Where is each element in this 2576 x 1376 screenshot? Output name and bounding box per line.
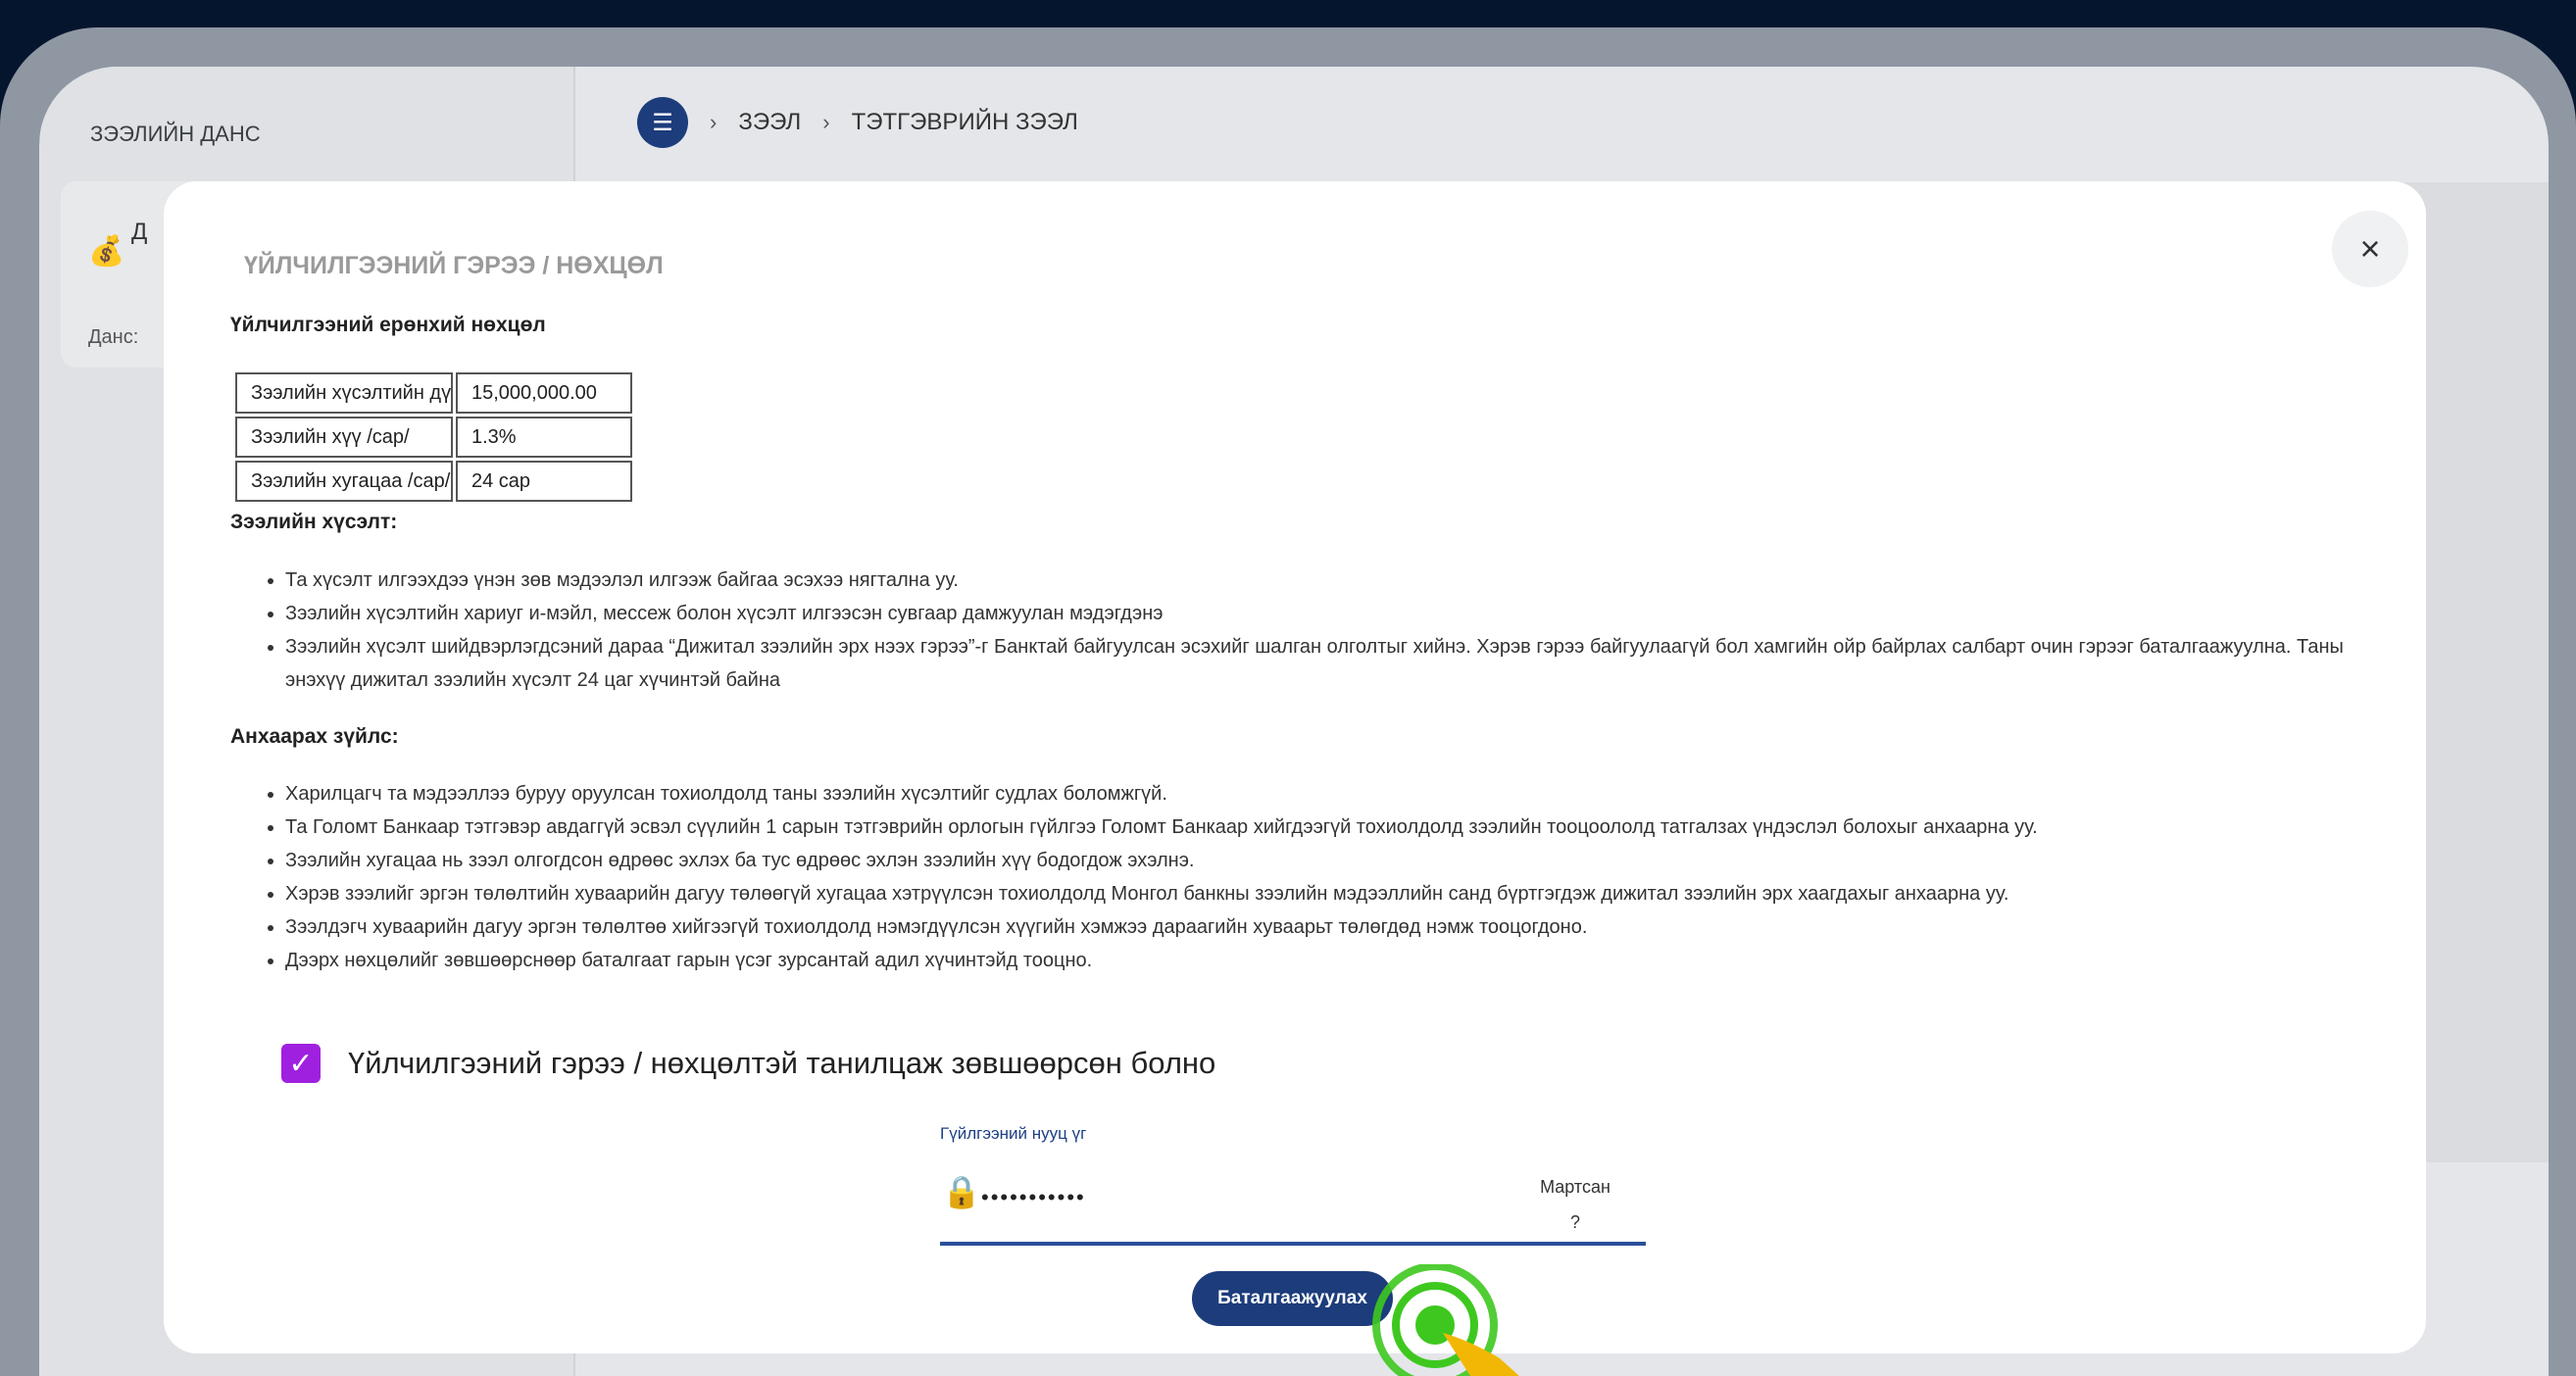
list-item: Та Голомт Банкаар тэтгэвэр авдаггүй эсвэ… xyxy=(285,811,2403,844)
list-item: Хэрэв зээлийг эргэн төлөлтийн хуваарийн … xyxy=(285,877,2403,910)
agree-row: ✓ Үйлчилгээний гэрээ / нөхцөлтэй танилца… xyxy=(281,1044,1215,1083)
term-value: 24 сар xyxy=(456,461,632,502)
list-item: Дээрх нөхцөлийг зөвшөөрснөөр баталгаат г… xyxy=(285,944,2403,977)
breadcrumb: ☰ › ЗЭЭЛ › ТЭТГЭВРИЙН ЗЭЭЛ xyxy=(637,94,1078,151)
lock-icon: 🔒 xyxy=(942,1174,981,1209)
modal-title: ҮЙЛЧИЛГЭЭНИЙ ГЭРЭЭ / НӨХЦӨЛ xyxy=(244,252,664,279)
password-field: 🔒 Мартсан ? xyxy=(940,1161,1646,1246)
term-key: Зээлийн хугацаа /сар/ xyxy=(235,461,453,502)
request-list: Та хүсэлт илгээхдээ үнэн зөв мэдээлэл ил… xyxy=(230,564,2403,697)
breadcrumb-item-pension-loan[interactable]: ТЭТГЭВРИЙН ЗЭЭЛ xyxy=(852,109,1078,136)
sidebar-title: ЗЭЭЛИЙН ДАНС xyxy=(90,122,261,146)
list-item: Та хүсэлт илгээхдээ үнэн зөв мэдээлэл ил… xyxy=(285,564,2403,597)
term-value: 1.3% xyxy=(456,417,632,458)
terms-modal: × ҮЙЛЧИЛГЭЭНИЙ ГЭРЭЭ / НӨХЦӨЛ Үйлчилгээн… xyxy=(164,181,2426,1353)
table-row: Зээлийн хугацаа /сар/ 24 сар xyxy=(235,461,632,502)
forgot-line-1: Мартсан xyxy=(1540,1177,1610,1197)
account-label: Данс: xyxy=(88,326,139,348)
list-item: Харилцагч та мэдээллээ буруу оруулсан то… xyxy=(285,777,2403,811)
forgot-password-link[interactable]: Мартсан ? xyxy=(1516,1169,1634,1240)
list-item: Зээлийн хугацаа нь зээл олгогдсон өдрөөс… xyxy=(285,844,2403,877)
menu-toggle-button[interactable]: ☰ xyxy=(637,97,688,148)
chevron-right-icon: › xyxy=(822,110,830,134)
notice-title: Анхаарах зүйлс: xyxy=(230,725,399,748)
chevron-right-icon: › xyxy=(710,110,718,134)
menu-icon: ☰ xyxy=(652,109,673,136)
request-title: Зээлийн хүсэлт: xyxy=(230,511,398,533)
list-item: Зээлийн хүсэлт шийдвэрлэгдсэний дараа “Д… xyxy=(285,630,2403,697)
term-value: 15,000,000.00 xyxy=(456,372,632,414)
notice-list: Харилцагч та мэдээллээ буруу оруулсан то… xyxy=(230,777,2403,977)
table-row: Зээлийн хүсэлтийн дүн 15,000,000.00 xyxy=(235,372,632,414)
list-item: Зээлдэгч хуваарийн дагуу эргэн төлөлтөө … xyxy=(285,910,2403,944)
list-item: Зээлийн хүсэлтийн хариуг и-мэйл, мессеж … xyxy=(285,597,2403,630)
term-key: Зээлийн хүсэлтийн дүн xyxy=(235,372,453,414)
money-bag-icon: 💰 xyxy=(88,235,125,268)
table-row: Зээлийн хүү /сар/ 1.3% xyxy=(235,417,632,458)
terms-table: Зээлийн хүсэлтийн дүн 15,000,000.00 Зээл… xyxy=(232,369,635,505)
password-input[interactable] xyxy=(979,1177,1473,1218)
agree-checkbox[interactable]: ✓ xyxy=(281,1044,321,1083)
click-indicator-icon xyxy=(1372,1264,1519,1376)
password-label: Гүйлгээний нууц үг xyxy=(940,1124,1087,1143)
general-terms-title: Үйлчилгээний ерөнхий нөхцөл xyxy=(230,314,546,336)
agree-label[interactable]: Үйлчилгээний гэрээ / нөхцөлтэй танилцаж … xyxy=(348,1046,1215,1081)
forgot-line-2: ? xyxy=(1569,1212,1580,1232)
term-key: Зээлийн хүү /сар/ xyxy=(235,417,453,458)
checkmark-icon: ✓ xyxy=(288,1047,314,1080)
close-icon: × xyxy=(2359,228,2381,269)
account-name: Д xyxy=(131,219,148,245)
close-button[interactable]: × xyxy=(2332,211,2408,287)
breadcrumb-item-loan[interactable]: ЗЭЭЛ xyxy=(738,109,801,136)
